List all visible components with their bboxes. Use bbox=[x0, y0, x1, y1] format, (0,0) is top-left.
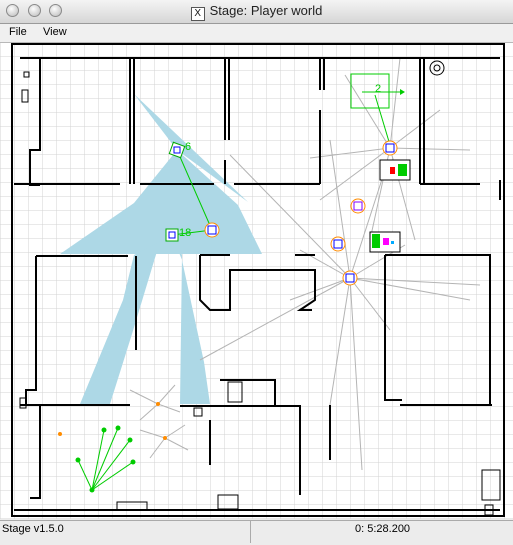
world-map[interactable]: 2 6 18 bbox=[0, 43, 513, 519]
menu-view[interactable]: View bbox=[43, 26, 67, 38]
x11-icon: X bbox=[190, 7, 205, 21]
menu-bar: File View bbox=[0, 24, 513, 43]
grid bbox=[0, 43, 513, 519]
title-bar: X Stage: Player world bbox=[0, 0, 513, 24]
status-right-panel: 0: 5:28.200 bbox=[250, 521, 513, 543]
robot-orange-2[interactable] bbox=[382, 140, 398, 156]
robot-label-6: 6 bbox=[185, 141, 191, 153]
robot-18[interactable] bbox=[165, 228, 179, 242]
robot-orange-3[interactable] bbox=[350, 198, 366, 214]
menu-file[interactable]: File bbox=[9, 26, 27, 38]
world-canvas[interactable]: 2 6 18 bbox=[0, 43, 513, 519]
robot-label-2: 2 bbox=[375, 83, 381, 95]
version-text: Stage v1.5.0 bbox=[2, 523, 64, 535]
sim-time: 0: 5:28.200 bbox=[355, 523, 411, 535]
fiducial-box-1 bbox=[379, 159, 411, 181]
robot-orange-1[interactable] bbox=[204, 222, 220, 238]
robot-orange-5[interactable] bbox=[342, 270, 358, 286]
status-bar: Stage v1.5.0 0: 5:28.200 bbox=[0, 520, 513, 545]
robot-label-18: 18 bbox=[179, 227, 191, 239]
fiducial-box-2 bbox=[369, 231, 401, 253]
window-title-area: X Stage: Player world bbox=[0, 3, 513, 21]
robot-orange-4[interactable] bbox=[330, 236, 346, 252]
window-title: Stage: Player world bbox=[209, 3, 323, 18]
